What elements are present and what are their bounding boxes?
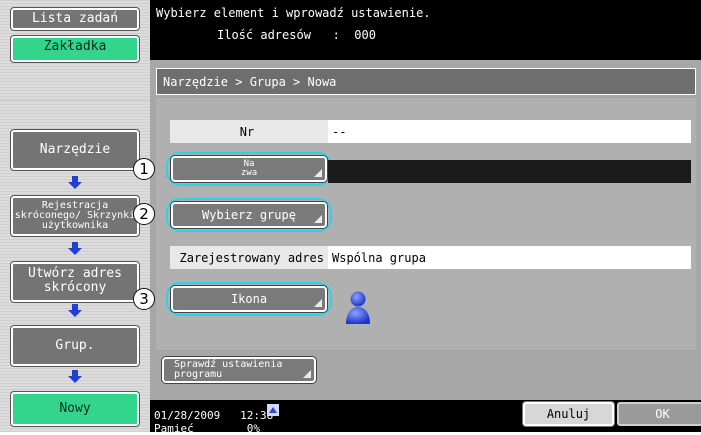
date-text: 01/28/2009 — [154, 409, 221, 422]
step-tool-button[interactable]: Narzędzie — [11, 130, 139, 170]
user-icon — [346, 291, 370, 324]
memory-label: Pamięć — [154, 422, 194, 435]
memory-value: 0% — [246, 422, 260, 435]
memory-status: Pamięć 0% — [154, 422, 260, 435]
callout-number-3: 3 — [133, 288, 155, 310]
callout-number-1: 1 — [133, 158, 155, 180]
registered-address-value: Wspólna grupa — [328, 246, 691, 269]
select-group-button[interactable]: Wybierz grupę — [171, 202, 327, 228]
check-settings-label: Sprawdź ustawienia programu — [174, 359, 283, 380]
step-registration-button[interactable]: Rejestracja skróconego/ Skrzynki użytkow… — [11, 196, 139, 236]
check-settings-button[interactable]: Sprawdź ustawienia programu — [162, 357, 316, 383]
nr-value: -- — [328, 120, 691, 143]
job-list-button[interactable]: Lista zadań — [11, 8, 139, 30]
date-time: 01/28/2009 12:38 — [154, 409, 273, 422]
address-count: Ilość adresów : 000 — [217, 28, 376, 42]
instruction-message: Wybierz element i wprowadź ustawienie. — [156, 6, 431, 20]
name-button[interactable]: Na zwa — [171, 156, 327, 182]
tab-button[interactable]: Zakładka — [11, 36, 139, 62]
arrow-down-icon — [68, 370, 82, 384]
sidebar: Lista zadań Zakładka Narzędzie Rejestrac… — [0, 0, 150, 432]
nr-label: Nr — [170, 120, 328, 143]
main-panel: Narzędzie > Grupa > Nowa Nr -- Na zwa 1 … — [133, 60, 701, 400]
arrow-down-icon — [68, 242, 82, 256]
name-field[interactable] — [328, 160, 691, 183]
form-area: Nr -- Na zwa 1 Wybierz grupę 2 Zarejestr… — [133, 98, 696, 350]
ok-button[interactable]: OK — [617, 402, 701, 426]
status-bar: 01/28/2009 12:38 Pamięć 0% Anuluj OK — [150, 400, 701, 435]
screen: Lista zadań Zakładka Narzędzie Rejestrac… — [0, 0, 701, 435]
step-new-button[interactable]: Nowy — [11, 392, 139, 426]
network-status-icon — [267, 404, 279, 416]
registered-address-label: Zarejestrowany adres — [170, 246, 328, 269]
callout-number-2: 2 — [133, 203, 155, 225]
cancel-button[interactable]: Anuluj — [523, 402, 614, 426]
arrow-down-icon — [68, 304, 82, 318]
arrow-down-icon — [68, 176, 82, 190]
icon-button[interactable]: Ikona — [171, 286, 327, 312]
breadcrumb: Narzędzie > Grupa > Nowa — [156, 68, 696, 95]
step-create-address-button[interactable]: Utwórz adres skrócony — [11, 262, 139, 302]
name-button-label: Na zwa — [240, 159, 258, 178]
step-group-button[interactable]: Grup. — [11, 326, 139, 366]
header: Wybierz element i wprowadź ustawienie. I… — [150, 0, 701, 60]
